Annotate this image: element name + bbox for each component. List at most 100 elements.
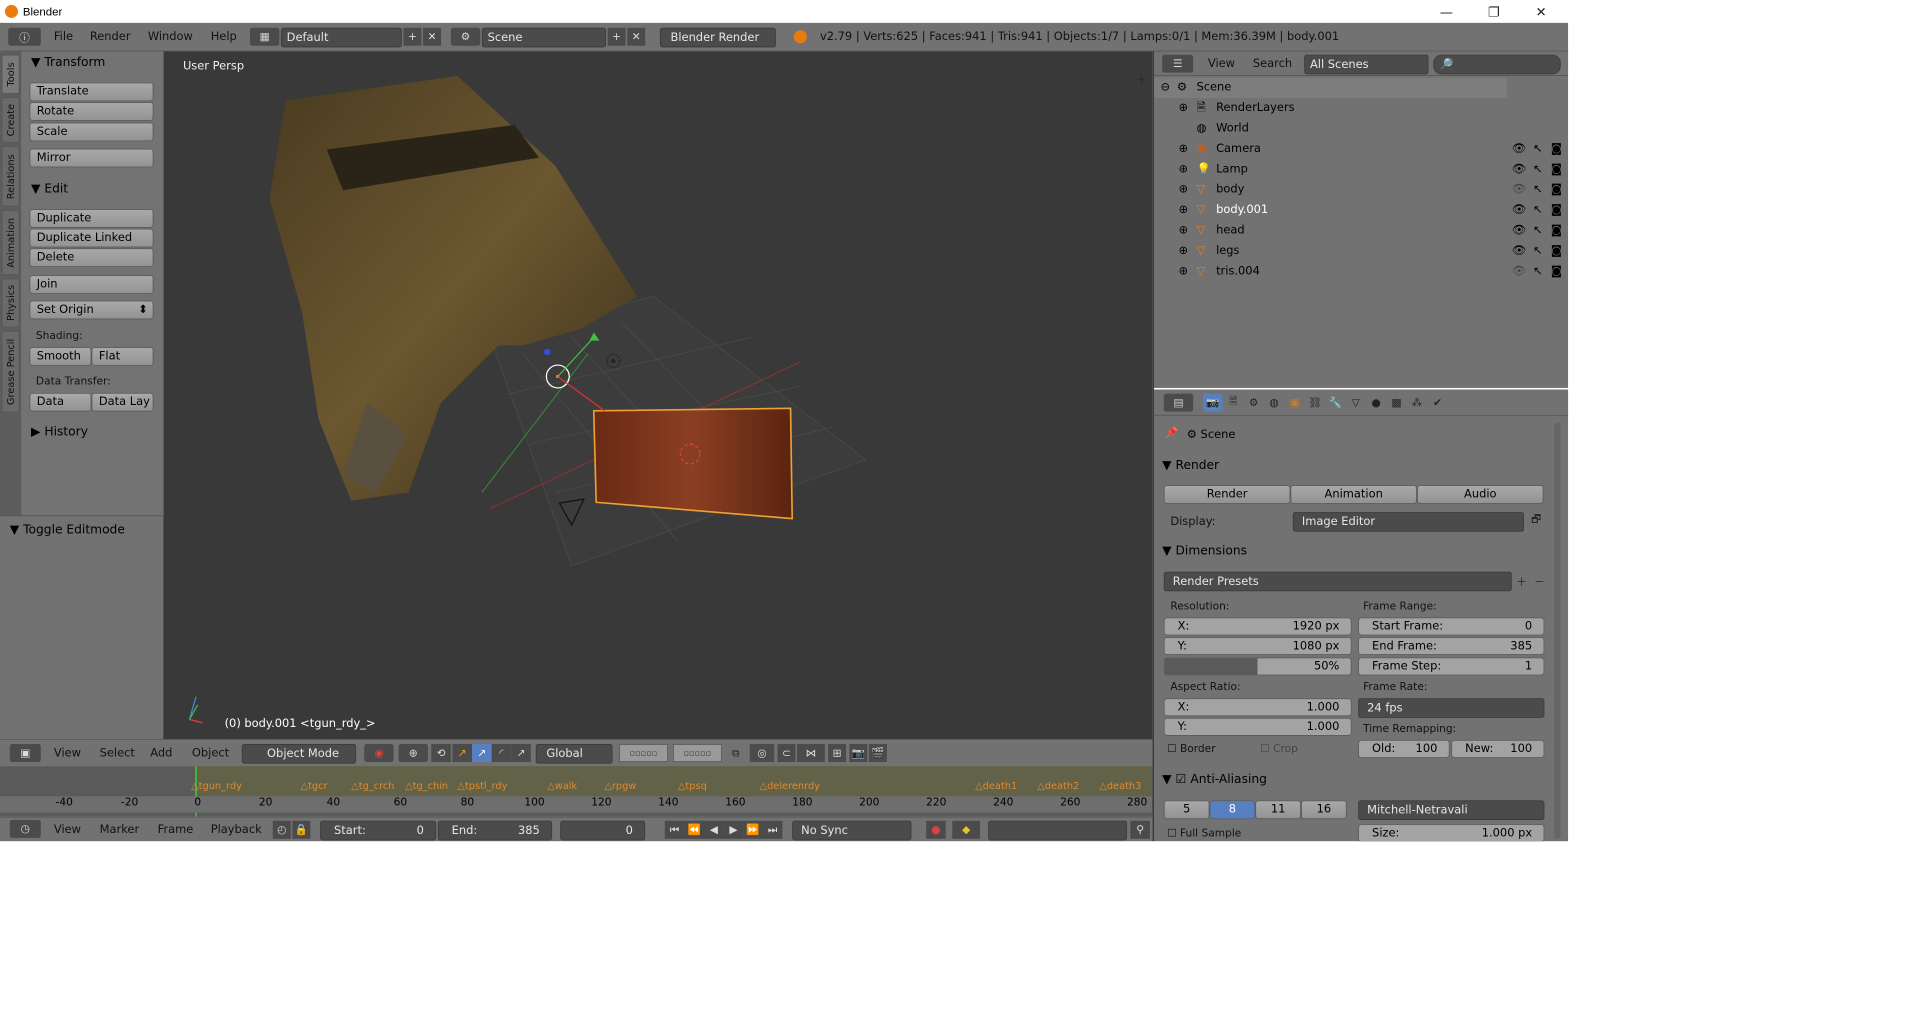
join-button[interactable]: Join (29, 275, 154, 295)
delete-button[interactable]: Delete (29, 248, 154, 268)
tab-grease-pencil[interactable]: Grease Pencil (1, 330, 20, 413)
render-camera-icon[interactable]: ◙ (1551, 139, 1562, 159)
aa-filter-dropdown[interactable]: Mitchell-Netravali (1358, 800, 1545, 820)
transform-header[interactable]: ▼ Transform (31, 55, 105, 70)
viewport-corner-icon[interactable]: ＋ (1137, 73, 1147, 87)
view-menu[interactable]: View (54, 741, 81, 766)
minimize-button[interactable]: — (1423, 0, 1470, 23)
scale-manip-icon[interactable]: ◜ (491, 744, 512, 762)
frame-rate-dropdown[interactable]: 24 fps (1358, 698, 1545, 718)
render-camera-icon[interactable]: ◙ (1551, 200, 1562, 220)
manip-extra-icon[interactable]: ↗ (511, 744, 531, 762)
full-sample-checkbox[interactable]: ☐ Full Sample (1167, 827, 1241, 839)
translate-button[interactable]: Translate (29, 82, 154, 102)
opengl-anim-icon[interactable]: 🎬 (868, 744, 887, 762)
select-arrow-icon[interactable]: ↖ (1533, 139, 1543, 159)
outliner-row-renderlayers[interactable]: ⊕ 🗎 RenderLayers (1154, 98, 1568, 118)
add-scene-icon[interactable]: + (607, 27, 626, 46)
material-context-icon[interactable]: ● (1366, 394, 1386, 412)
visibility-eye-icon[interactable]: 👁 (1512, 159, 1527, 179)
render-engine-dropdown[interactable]: Blender Render (659, 27, 776, 48)
add-menu[interactable]: Add (150, 741, 172, 766)
aa-samples-8[interactable]: 8 (1209, 800, 1256, 820)
gizmo-z[interactable] (543, 348, 551, 356)
scene-icon[interactable]: ⚙ (450, 27, 481, 46)
play-reverse-icon[interactable]: ◀ (703, 820, 724, 839)
jump-end-icon[interactable]: ⏭ (762, 820, 783, 839)
render-presets-dropdown[interactable]: Render Presets (1163, 571, 1512, 592)
anti-aliasing-panel-header[interactable]: ▼ ☑ Anti-Aliasing (1162, 772, 1267, 787)
render-camera-icon[interactable]: ◙ (1551, 159, 1562, 179)
display-lock-icon[interactable]: 🗗 (1527, 512, 1545, 530)
playback-menu[interactable]: Playback (211, 818, 262, 843)
mode-dropdown[interactable]: Object Mode (241, 744, 357, 764)
tab-physics[interactable]: Physics (1, 278, 20, 328)
end-frame-field[interactable]: End Frame: 385 (1358, 637, 1545, 655)
resolution-percent-field[interactable]: 50% (1163, 657, 1352, 676)
pin-icon[interactable]: 📌 (1165, 427, 1178, 439)
screen-layout-icon[interactable]: ▦ (249, 27, 280, 46)
end-frame-field[interactable]: End: 385 (437, 820, 553, 841)
timeline-editor-icon[interactable]: ◷ (9, 819, 41, 838)
remove-scene-icon[interactable]: ✕ (627, 27, 646, 46)
view3d-editor-icon[interactable]: ▣ (9, 744, 41, 762)
audio-button[interactable]: Audio (1416, 485, 1544, 504)
flat-button[interactable]: Flat (91, 347, 154, 366)
marker-delerenrdy[interactable]: △delerenrdy (760, 780, 820, 791)
toggle-editmode-header[interactable]: ▼ Toggle Editmode (10, 522, 125, 537)
select-menu[interactable]: Select (100, 741, 135, 766)
data-lay-button[interactable]: Data Lay (91, 392, 154, 412)
smooth-button[interactable]: Smooth (29, 347, 92, 366)
outliner-row-body[interactable]: ⊕ ▽ body 👁 ↖ ◙ (1154, 180, 1568, 200)
texture-context-icon[interactable]: ▩ (1387, 394, 1407, 412)
rotate-manip-icon[interactable]: ↗ (472, 744, 492, 762)
preview-range-icon[interactable]: ◴ (272, 820, 291, 839)
history-header[interactable]: ▶ History (31, 424, 88, 439)
menu-help[interactable]: Help (211, 25, 237, 50)
tab-animation[interactable]: Animation (1, 209, 20, 276)
marker-death1[interactable]: △death1 (975, 780, 1017, 791)
duplicate-linked-button[interactable]: Duplicate Linked (29, 228, 154, 248)
pivot-icon[interactable]: ⊕ (398, 744, 428, 762)
tab-relations[interactable]: Relations (1, 146, 20, 207)
close-button[interactable]: ✕ (1517, 0, 1564, 23)
keying-set-icon[interactable]: ◆ (952, 820, 981, 839)
add-layout-icon[interactable]: + (403, 27, 422, 46)
marker-death3[interactable]: △death3 (1099, 780, 1141, 791)
duplicate-button[interactable]: Duplicate (29, 209, 154, 228)
particles-context-icon[interactable]: ⁂ (1407, 394, 1427, 412)
visibility-eye-icon[interactable]: 👁 (1512, 139, 1527, 159)
remap-old-field[interactable]: Old: 100 (1358, 739, 1450, 758)
sync-dropdown[interactable]: No Sync (792, 820, 912, 841)
world-context-icon[interactable]: ◍ (1264, 394, 1284, 412)
data-context-icon[interactable]: ▽ (1346, 394, 1366, 412)
visibility-eye-icon[interactable]: 👁 (1512, 180, 1527, 200)
properties-editor-icon[interactable]: ▤ (1163, 393, 1194, 412)
next-keyframe-icon[interactable]: ⏩ (743, 820, 763, 839)
outliner-row-head[interactable]: ⊕ ▽ head 👁 ↖ ◙ (1154, 221, 1568, 241)
marker-tgcr[interactable]: △tgcr (301, 780, 328, 791)
marker-tpsq[interactable]: △tpsq (678, 780, 707, 791)
render-camera-icon[interactable]: ◙ (1551, 241, 1562, 261)
outliner-row-body-001[interactable]: ⊕ ▽ body.001 👁 ↖ ◙ (1154, 200, 1568, 220)
animation-button[interactable]: Animation (1290, 485, 1417, 504)
scene-context-icon[interactable]: ⚙ (1244, 394, 1264, 412)
marker-tg-chin[interactable]: △tg_chin (405, 780, 448, 791)
select-arrow-icon[interactable]: ↖ (1533, 159, 1543, 179)
snap-target-icon[interactable]: ⊞ (828, 744, 847, 762)
remove-preset-icon[interactable]: － (1531, 572, 1547, 590)
crop-checkbox[interactable]: ☐ Crop (1260, 743, 1298, 755)
aa-samples-11[interactable]: 11 (1255, 800, 1302, 820)
dimensions-panel-header[interactable]: ▼ Dimensions (1162, 543, 1247, 558)
outliner-row-tris-004[interactable]: ⊕ ▽ tris.004 👁 ↖ ◙ (1154, 261, 1568, 281)
object-context-icon[interactable]: ▣ (1285, 394, 1305, 412)
3d-viewport[interactable]: User Persp (0) body.001 <tgun_rdy_> ＋ (163, 51, 1153, 740)
add-preset-icon[interactable]: ＋ (1513, 572, 1529, 590)
render-camera-icon[interactable]: ◙ (1551, 261, 1562, 281)
outliner-row-legs[interactable]: ⊕ ▽ legs 👁 ↖ ◙ (1154, 241, 1568, 261)
visibility-eye-icon[interactable]: 👁 (1512, 221, 1527, 241)
marker-tg-crch[interactable]: △tg_crch (351, 780, 394, 791)
maximize-button[interactable]: ❐ (1470, 0, 1517, 23)
proportional-edit-icon[interactable]: ◎ (749, 744, 775, 762)
outliner-filter-dropdown[interactable]: All Scenes (1304, 54, 1429, 75)
